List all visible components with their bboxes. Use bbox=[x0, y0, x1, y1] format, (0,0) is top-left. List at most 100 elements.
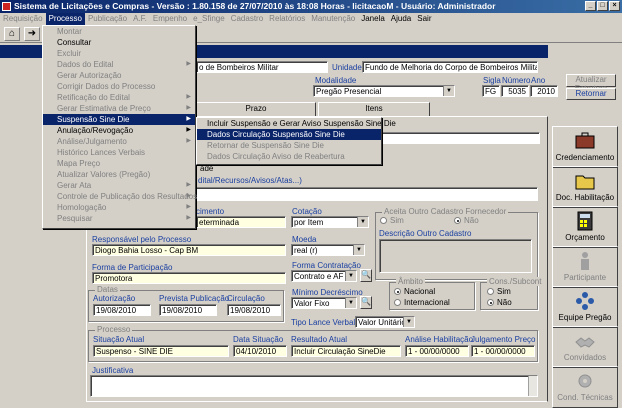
menu-sair[interactable]: Sair bbox=[414, 13, 434, 25]
menu-cadastro[interactable]: Cadastro bbox=[228, 13, 266, 25]
tab-prazo[interactable]: Prazo bbox=[196, 102, 316, 116]
menubar: Requisição Processo Publicação A.F. Empenho e… bbox=[0, 13, 622, 25]
processo-menu-item[interactable]: Controle de Publicação dos Resultados ▶ bbox=[43, 191, 197, 202]
menu-item-label: Montar bbox=[57, 27, 82, 36]
maximize-button[interactable]: □ bbox=[597, 1, 608, 11]
tipo-lance-label: Tipo Lance Verbal bbox=[291, 318, 356, 327]
numero-field[interactable]: 5035 bbox=[501, 85, 529, 97]
previsto-label: Prevista Publicação bbox=[159, 294, 230, 303]
menu-item-label: Pesquisar bbox=[57, 214, 93, 223]
sigla-field[interactable]: FG bbox=[482, 85, 500, 97]
minimo-select[interactable]: Valor Fixo bbox=[291, 297, 357, 309]
forma-contr-search-icon[interactable]: 🔍 bbox=[360, 269, 372, 282]
ano-field[interactable]: 2010 bbox=[530, 85, 558, 97]
menu-item-label: Corrigir Dados do Processo bbox=[57, 82, 156, 91]
tipo-field[interactable]: eterminada bbox=[196, 216, 286, 228]
convidados-button[interactable]: Convidados bbox=[552, 326, 618, 368]
menu-requisi-o[interactable]: Requisição bbox=[0, 13, 46, 25]
atualizar-estrutura-button[interactable]: Atualizar Estrutura bbox=[566, 74, 616, 93]
ambito-group-title: Âmbito bbox=[396, 277, 425, 286]
or-amento-button[interactable]: Orçamento bbox=[552, 206, 618, 248]
home-icon[interactable]: ⌂ bbox=[4, 27, 20, 41]
menu-publica-o[interactable]: Publicação bbox=[85, 13, 130, 25]
cons-sim-radio[interactable]: Sim bbox=[487, 287, 511, 296]
menu-janela[interactable]: Janela bbox=[358, 13, 388, 25]
processo-menu-item[interactable]: Retificação do Edital ▶ bbox=[43, 92, 195, 103]
data-situacao-field[interactable]: 04/10/2010 bbox=[233, 345, 287, 357]
forma-part-field[interactable]: Promotora bbox=[92, 272, 286, 284]
processo-menu-item[interactable]: Suspensão Sine Die ▶ bbox=[43, 114, 195, 125]
situacao-label: Situação Atual bbox=[93, 335, 145, 344]
justificativa-field[interactable] bbox=[90, 375, 538, 397]
close-button[interactable]: × bbox=[609, 1, 620, 11]
menu-manuten-o[interactable]: Manutenção bbox=[308, 13, 358, 25]
previsto-field[interactable]: 19/08/2010 bbox=[159, 304, 217, 316]
processo-menu-item[interactable]: Histórico Lances Verbais bbox=[43, 147, 195, 158]
suspensao-submenu-item[interactable]: Dados Circulação Suspensão Sine Die bbox=[197, 129, 381, 140]
menu-item-label: Histórico Lances Verbais bbox=[57, 148, 146, 157]
processo-menu-item[interactable]: Gerar Ata ▶ bbox=[43, 180, 195, 191]
equipe-preg-o-button[interactable]: Equipe Pregão bbox=[552, 286, 618, 328]
suspensao-submenu-item[interactable]: Dados Circulação Aviso de Reabertura bbox=[197, 151, 381, 162]
orgao-field[interactable]: o de Bombeiros Militar bbox=[196, 61, 328, 73]
autorizacao-field[interactable]: 19/08/2010 bbox=[93, 304, 151, 316]
processo-menu-item[interactable]: Pesquisar ▶ bbox=[43, 213, 195, 224]
credenciamento-button[interactable]: Credenciamento bbox=[552, 126, 618, 168]
suspensao-submenu-item[interactable]: Incluir Suspensão e Gerar Aviso Suspensã… bbox=[197, 118, 396, 129]
tipo-label: cimento bbox=[196, 207, 225, 216]
processo-menu-item[interactable]: Dados do Edital ▶ bbox=[43, 59, 195, 70]
processo-menu-item[interactable]: Análise/Julgamento ▶ bbox=[43, 136, 195, 147]
situacao-field[interactable]: Suspenso - SINE DIE bbox=[93, 345, 229, 357]
forma-contr-select[interactable]: Contrato e AF bbox=[291, 270, 357, 282]
circulacao-field[interactable]: 19/08/2010 bbox=[227, 304, 281, 316]
processo-menu-item[interactable]: Mapa Preço bbox=[43, 158, 195, 169]
suspensao-submenu-item[interactable]: Retornar de Suspensão Sine Die bbox=[197, 140, 381, 151]
menu-e-sfinge[interactable]: e_Sfinge bbox=[190, 13, 228, 25]
cons-nao-radio[interactable]: Não bbox=[487, 298, 512, 307]
menu-empenho[interactable]: Empenho bbox=[150, 13, 190, 25]
julgamento-field[interactable]: 1 - 00/00/0000 bbox=[471, 345, 535, 357]
processo-menu-item[interactable]: Gerar Autorização bbox=[43, 70, 195, 81]
tab-prazo-label: Prazo bbox=[245, 104, 267, 113]
datas-group: Datas Autorização 19/08/2010 Prevista Pu… bbox=[88, 285, 284, 322]
menu-item-label: Gerar Ata bbox=[57, 181, 92, 190]
menu-a-f-[interactable]: A.F. bbox=[130, 13, 150, 25]
menu-item-label: Mapa Preço bbox=[57, 159, 101, 168]
processo-menu-item[interactable]: Homologação ▶ bbox=[43, 202, 195, 213]
processo-menu-item[interactable]: Atualizar Valores (Pregão) bbox=[43, 169, 195, 180]
menu-item-label: Gerar Autorização bbox=[57, 71, 122, 80]
processo-menu-item[interactable]: Excluir bbox=[43, 48, 195, 59]
processo-menu-item[interactable]: Corrigir Dados do Processo bbox=[43, 81, 195, 92]
resultado-field[interactable]: Incluir Circulação SineDie bbox=[291, 345, 401, 357]
processo-menu-item[interactable]: Anulação/Revogação ▶ bbox=[43, 125, 195, 136]
edital-link[interactable]: dital/Recursos/Avisos/Atas...) bbox=[198, 176, 302, 185]
menu-item-label: Retificação do Edital bbox=[57, 93, 130, 102]
processo-menu-item[interactable]: Gerar Estimativa de Preço ▶ bbox=[43, 103, 195, 114]
moeda-select[interactable]: real (r) bbox=[291, 244, 365, 256]
menu-relat-rios[interactable]: Relatórios bbox=[266, 13, 308, 25]
desc-outro-field[interactable] bbox=[379, 239, 532, 273]
responsavel-field[interactable]: Diogo Bahia Losso - Cap BM bbox=[92, 244, 286, 256]
cotacao-select[interactable]: por Item bbox=[291, 216, 369, 228]
tipo-lance-select[interactable]: Valor Unitário bbox=[355, 316, 415, 328]
tab-itens[interactable]: Itens bbox=[318, 102, 430, 116]
unidade-field[interactable]: Fundo de Melhoria do Corpo de Bombeiros … bbox=[362, 61, 538, 73]
internacional-radio[interactable]: Internacional bbox=[394, 298, 450, 307]
justificativa-scrollbar[interactable] bbox=[528, 376, 537, 396]
modalidade-select[interactable]: Pregão Presencial bbox=[313, 85, 455, 97]
minimo-search-icon[interactable]: 🔍 bbox=[360, 296, 372, 309]
submenu-arrow-icon: ▶ bbox=[186, 138, 191, 144]
minimize-button[interactable]: _ bbox=[585, 1, 596, 11]
nacional-radio[interactable]: Nacional bbox=[394, 287, 435, 296]
aceita-nao-radio[interactable]: Não bbox=[454, 216, 479, 225]
aceita-sim-radio[interactable]: Sim bbox=[380, 216, 404, 225]
menu-ajuda[interactable]: Ajuda bbox=[388, 13, 414, 25]
retornar-button[interactable]: Retornar bbox=[566, 88, 616, 100]
processo-menu-item[interactable]: Consultar bbox=[43, 37, 195, 48]
doc-habilita-o-button[interactable]: Doc. Habilitação bbox=[552, 166, 618, 208]
exit-icon[interactable]: ➜ bbox=[24, 27, 40, 41]
processo-menu-item[interactable]: Montar bbox=[43, 26, 195, 37]
analise-field[interactable]: 1 - 00/00/0000 bbox=[405, 345, 469, 357]
menu-processo[interactable]: Processo bbox=[45, 13, 85, 25]
participante-button[interactable]: Participante bbox=[552, 246, 618, 288]
